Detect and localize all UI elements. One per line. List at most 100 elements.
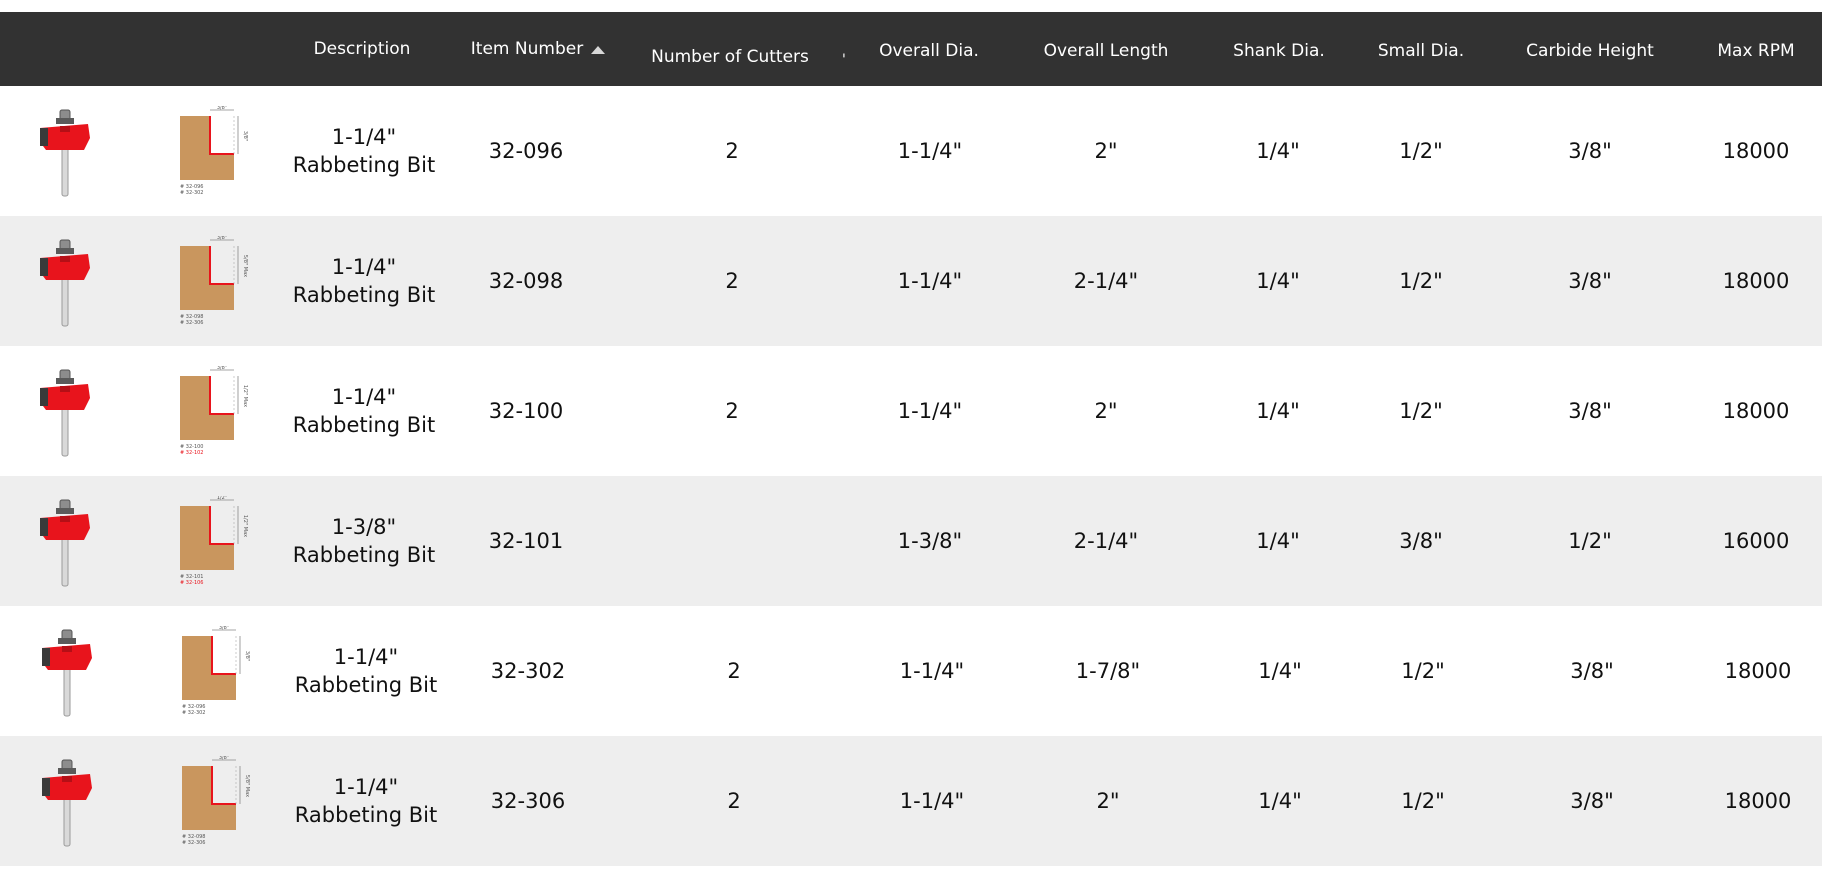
cell-overall-dia: 1-1/4" xyxy=(897,139,963,163)
cell-item-number[interactable]: 32-101 xyxy=(462,476,590,606)
cell-small-dia: 1/2" xyxy=(1399,399,1443,423)
cell-description: 1-3/8" Rabbeting Bit xyxy=(292,515,436,567)
cell-carbide-height: 3/8" xyxy=(1568,269,1612,293)
col-small-dia[interactable]: Small Dia. xyxy=(1366,14,1476,88)
cell-number-of-cutters xyxy=(680,476,784,606)
cell-carbide-height: 3/8" xyxy=(1568,399,1612,423)
cell-overall-length: 2-1/4" xyxy=(1073,529,1139,553)
table-row[interactable]: 1/2" 1/2" Max # 32-101 # 32-106 1-3/8" Ra… xyxy=(0,476,1822,606)
cell-item-number[interactable]: 32-096 xyxy=(462,86,590,216)
cell-max-rpm: 18000 xyxy=(1724,789,1792,813)
rabbet-profile-diagram[interactable]: 3/8" 1/2" Max # 32-100 # 32-102 xyxy=(170,366,254,458)
col-overall-dia[interactable]: Overall Dia. xyxy=(866,14,992,88)
cell-carbide-height: 3/8" xyxy=(1568,139,1612,163)
router-bit-image[interactable] xyxy=(36,628,98,718)
profile-code-2: # 32-102 xyxy=(180,450,204,456)
profile-code-2: # 32-306 xyxy=(182,840,206,846)
col-carbide-height[interactable]: Carbide Height xyxy=(1510,14,1670,88)
cell-item-number[interactable]: 32-098 xyxy=(462,216,590,346)
profile-code-2: # 32-106 xyxy=(180,580,204,586)
cell-small-dia: 1/2" xyxy=(1399,139,1443,163)
profile-code-2: # 32-302 xyxy=(182,710,206,716)
cell-carbide-height: 1/2" xyxy=(1568,529,1612,553)
cell-number-of-cutters: 2 xyxy=(725,269,739,293)
profile-top-dimension: 3/8" xyxy=(219,626,229,631)
cell-max-rpm: 18000 xyxy=(1722,139,1790,163)
cell-overall-length: 2" xyxy=(1094,399,1118,423)
cell-shank-dia: 1/4" xyxy=(1256,139,1300,163)
cell-shank-dia: 1/4" xyxy=(1256,529,1300,553)
rabbet-profile-diagram[interactable]: 3/8" 3/8" # 32-096 # 32-302 xyxy=(172,626,256,718)
cell-shank-dia: 1/4" xyxy=(1256,399,1300,423)
cell-item-number[interactable]: 32-306 xyxy=(464,736,592,866)
cell-max-rpm: 18000 xyxy=(1722,269,1790,293)
router-bit-image[interactable] xyxy=(36,758,98,848)
cell-small-dia: 3/8" xyxy=(1399,529,1443,553)
cell-overall-length: 1-7/8" xyxy=(1075,659,1141,683)
cell-shank-dia: 1/4" xyxy=(1256,269,1300,293)
cell-max-rpm: 18000 xyxy=(1724,659,1792,683)
cell-description: 1-1/4" Rabbeting Bit xyxy=(292,255,436,307)
cell-description: 1-1/4" Rabbeting Bit xyxy=(294,645,438,697)
cell-number-of-cutters: 2 xyxy=(725,399,739,423)
cell-overall-length: 2" xyxy=(1096,789,1120,813)
sort-ascending-icon[interactable] xyxy=(591,46,606,54)
cell-max-rpm: 16000 xyxy=(1722,529,1790,553)
rabbet-profile-diagram[interactable]: 1/2" 1/2" Max # 32-101 # 32-106 xyxy=(170,496,254,588)
table-header: Description Item Number Number of Cutter… xyxy=(0,12,1822,86)
cell-overall-dia: 1-3/8" xyxy=(897,529,963,553)
cell-item-number[interactable]: 32-100 xyxy=(462,346,590,476)
rabbet-profile-diagram[interactable]: 3/8" 5/8" Max # 32-098 # 32-306 xyxy=(170,236,254,328)
profile-top-dimension: 1/2" xyxy=(217,496,227,501)
col-number-of-cutters[interactable]: Number of Cutters xyxy=(640,20,820,94)
cell-description: 1-1/4" Rabbeting Bit xyxy=(292,385,436,437)
profile-code-2: # 32-306 xyxy=(180,320,204,326)
router-bit-image[interactable] xyxy=(34,238,96,328)
cell-overall-length: 2" xyxy=(1094,139,1118,163)
cell-carbide-height: 3/8" xyxy=(1570,789,1614,813)
col-item-number[interactable]: Item Number xyxy=(462,12,614,86)
cell-overall-dia: 1-1/4" xyxy=(897,399,963,423)
cell-shank-dia: 1/4" xyxy=(1258,659,1302,683)
product-table: Description Item Number Number of Cutter… xyxy=(0,0,1822,872)
col-description[interactable]: Description xyxy=(300,12,424,86)
cell-small-dia: 1/2" xyxy=(1399,269,1443,293)
col-max-rpm[interactable]: Max RPM xyxy=(1700,14,1812,88)
rabbet-profile-diagram[interactable]: 3/8" 5/8" Max # 32-098 # 32-306 xyxy=(172,756,256,848)
profile-top-dimension: 3/8" xyxy=(217,366,227,371)
table-row[interactable]: 3/8" 5/8" Max # 32-098 # 32-306 1-1/4" Ra… xyxy=(0,736,1822,866)
cell-overall-length: 2-1/4" xyxy=(1073,269,1139,293)
cell-overall-dia: 1-1/4" xyxy=(899,789,965,813)
profile-top-dimension: 3/8" xyxy=(217,236,227,241)
profile-side-dimension: 5/8" Max xyxy=(242,255,248,277)
table-row[interactable]: 3/8" 3/8" # 32-096 # 32-302 1-1/4" Rabbet… xyxy=(0,606,1822,736)
cell-overall-dia: 1-1/4" xyxy=(897,269,963,293)
cell-max-rpm: 18000 xyxy=(1722,399,1790,423)
header-tick-mark: ' xyxy=(842,52,846,68)
profile-side-dimension: 1/2" Max xyxy=(242,515,248,537)
profile-side-dimension: 3/8" xyxy=(244,651,250,661)
table-row[interactable]: 3/8" 5/8" Max # 32-098 # 32-306 1-1/4" Ra… xyxy=(0,216,1822,346)
cell-description: 1-1/4" Rabbeting Bit xyxy=(294,775,438,827)
table-row[interactable]: 3/8" 1/2" Max # 32-100 # 32-102 1-1/4" Ra… xyxy=(0,346,1822,476)
router-bit-image[interactable] xyxy=(34,108,96,198)
cell-number-of-cutters: 2 xyxy=(727,659,741,683)
col-overall-length[interactable]: Overall Length xyxy=(1030,14,1182,88)
router-bit-image[interactable] xyxy=(34,368,96,458)
cell-description: 1-1/4" Rabbeting Bit xyxy=(292,125,436,177)
cell-number-of-cutters: 2 xyxy=(725,139,739,163)
rabbet-profile-diagram[interactable]: 3/8" 3/8" # 32-096 # 32-302 xyxy=(170,106,254,198)
profile-side-dimension: 3/8" xyxy=(242,131,248,141)
col-shank-dia[interactable]: Shank Dia. xyxy=(1220,14,1338,88)
profile-top-dimension: 3/8" xyxy=(219,756,229,761)
cell-overall-dia: 1-1/4" xyxy=(899,659,965,683)
cell-carbide-height: 3/8" xyxy=(1570,659,1614,683)
table-row[interactable]: 3/8" 3/8" # 32-096 # 32-302 1-1/4" Rabbet… xyxy=(0,86,1822,216)
profile-code-2: # 32-302 xyxy=(180,190,204,196)
profile-side-dimension: 1/2" Max xyxy=(242,385,248,407)
cell-shank-dia: 1/4" xyxy=(1258,789,1302,813)
table-body: 3/8" 3/8" # 32-096 # 32-302 1-1/4" Rabbet… xyxy=(0,86,1822,866)
cell-small-dia: 1/2" xyxy=(1401,789,1445,813)
cell-item-number[interactable]: 32-302 xyxy=(464,606,592,736)
router-bit-image[interactable] xyxy=(34,498,96,588)
